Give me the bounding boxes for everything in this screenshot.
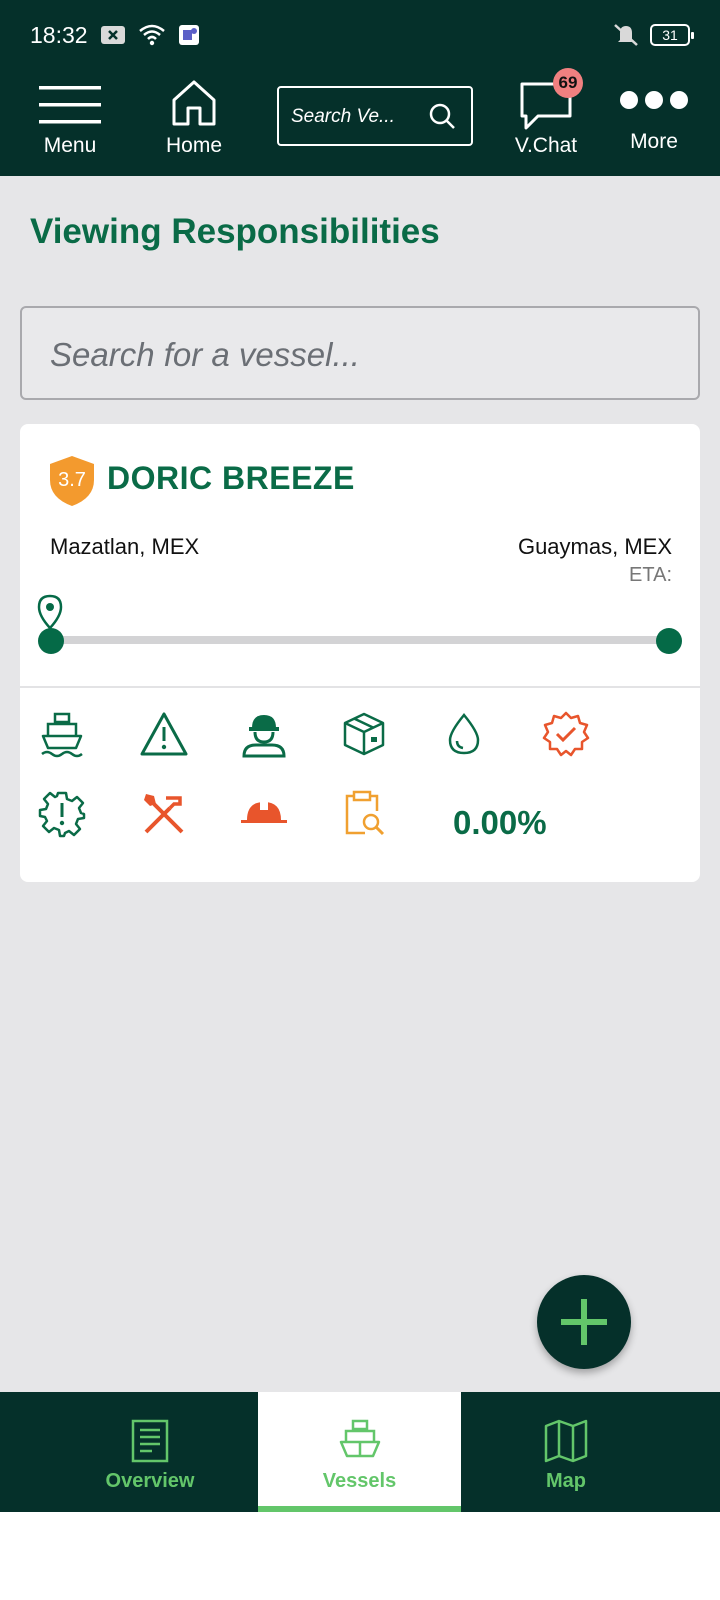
- wifi-icon: [139, 24, 165, 46]
- more-label: More: [630, 130, 678, 153]
- voyage-progress-track: [50, 636, 676, 644]
- tab-vessels-label: Vessels: [322, 1470, 397, 1492]
- progress-end-dot: [656, 628, 682, 654]
- ship-icon: [339, 1419, 380, 1458]
- completion-percentage: 0.00%: [453, 804, 547, 841]
- destination-port: Guaymas, MEX: [517, 534, 672, 559]
- hardhat-icon[interactable]: [236, 786, 292, 842]
- package-icon[interactable]: [336, 706, 392, 762]
- home-icon: [172, 80, 216, 126]
- vessel-search-box[interactable]: [20, 306, 700, 400]
- top-navigation: Menu Home 69 V.Chat More: [0, 68, 720, 176]
- teams-icon: [179, 25, 199, 45]
- vessel-rating: 3.7: [58, 469, 86, 491]
- warning-icon[interactable]: [136, 706, 192, 762]
- page-title: Viewing Responsibilities: [30, 212, 440, 251]
- battery-indicator: 31: [650, 24, 694, 46]
- system-navigation-bar: [0, 1512, 720, 1600]
- vessel-search-input[interactable]: [50, 334, 650, 376]
- clipboard-search-icon[interactable]: [336, 786, 392, 842]
- mute-icon: [614, 24, 638, 46]
- vessel-card[interactable]: 3.7 DORIC BREEZE Mazatlan, MEX Guaymas, …: [20, 424, 700, 882]
- map-icon: [544, 1419, 588, 1463]
- status-icons-right: 31: [612, 22, 694, 48]
- chat-badge: 69: [553, 68, 583, 98]
- home-button[interactable]: Home: [154, 72, 234, 176]
- tools-icon[interactable]: [136, 786, 192, 842]
- document-icon: [131, 1419, 169, 1463]
- eta-label: ETA:: [629, 564, 672, 586]
- progress-start-dot: [38, 628, 64, 654]
- gear-alert-icon[interactable]: [34, 786, 90, 842]
- vchat-label: V.Chat: [514, 134, 578, 157]
- bottom-navigation: Overview Vessels Map: [0, 1392, 720, 1512]
- location-pin-icon: [37, 594, 63, 630]
- home-label: Home: [165, 134, 223, 157]
- card-divider: [20, 686, 700, 688]
- tab-overview-label: Overview: [105, 1470, 195, 1492]
- top-search-box[interactable]: [277, 86, 473, 146]
- crew-icon[interactable]: [236, 706, 292, 762]
- notification-x-icon: [101, 26, 125, 44]
- menu-label: Menu: [43, 134, 97, 157]
- more-button[interactable]: More: [612, 72, 696, 176]
- tab-overview[interactable]: Overview: [50, 1392, 250, 1512]
- add-fab-button[interactable]: [537, 1275, 631, 1369]
- status-time: 18:32: [30, 22, 88, 48]
- tab-map-label: Map: [546, 1470, 586, 1492]
- status-bar: 18:32 31: [0, 0, 720, 72]
- vchat-button[interactable]: 69 V.Chat: [506, 68, 586, 176]
- drop-icon[interactable]: [436, 706, 492, 762]
- origin-port: Mazatlan, MEX: [50, 534, 200, 559]
- plus-icon: [561, 1299, 607, 1345]
- status-icons-left: [100, 24, 200, 46]
- certificate-icon[interactable]: [538, 706, 594, 762]
- search-icon[interactable]: [427, 101, 457, 131]
- menu-button[interactable]: Menu: [28, 72, 112, 176]
- tab-vessels[interactable]: Vessels: [258, 1392, 461, 1512]
- more-dots-icon: [620, 91, 688, 109]
- tab-map[interactable]: Map: [466, 1392, 666, 1512]
- vessel-name[interactable]: DORIC BREEZE: [107, 460, 355, 497]
- ship-icon[interactable]: [34, 706, 90, 762]
- hamburger-icon: [39, 86, 101, 124]
- top-search-input[interactable]: [291, 102, 423, 132]
